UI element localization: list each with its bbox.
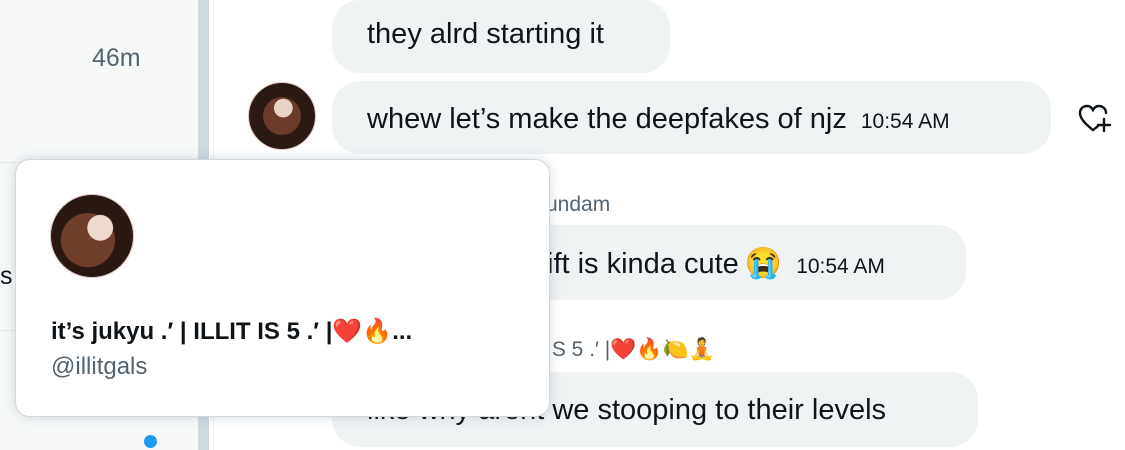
message-timestamp: 10:54 AM xyxy=(860,110,950,133)
message-bubble[interactable]: they alrd starting it xyxy=(332,0,670,73)
conversation-timestamp: 46m xyxy=(92,44,141,72)
message-timestamp: 10:54 AM xyxy=(796,255,885,278)
profile-avatar[interactable] xyxy=(50,194,134,278)
sender-name[interactable]: IS 5 .′ |❤️🔥🍋🧘 xyxy=(546,338,715,362)
message-text: ift is kinda cute xyxy=(547,248,739,280)
message-text: whew let’s make the deepfakes of njz xyxy=(367,103,847,135)
conversation-preview-fragment: s xyxy=(0,262,13,290)
crying-emoji: 😭 xyxy=(744,247,783,280)
sender-avatar[interactable] xyxy=(248,82,316,150)
profile-handle[interactable]: @illitgals xyxy=(51,353,147,381)
sender-name[interactable]: undam xyxy=(546,193,610,217)
heart-plus-icon[interactable] xyxy=(1076,101,1112,137)
profile-display-name[interactable]: it’s jukyu .′ | ILLIT IS 5 .′ |❤️🔥... xyxy=(51,317,412,346)
profile-hover-card[interactable]: it’s jukyu .′ | ILLIT IS 5 .′ |❤️🔥... @i… xyxy=(15,159,550,417)
message-text: they alrd starting it xyxy=(367,18,604,50)
message-bubble[interactable]: whew let’s make the deepfakes of njz 10:5… xyxy=(332,81,1051,154)
unread-dot xyxy=(144,435,157,448)
